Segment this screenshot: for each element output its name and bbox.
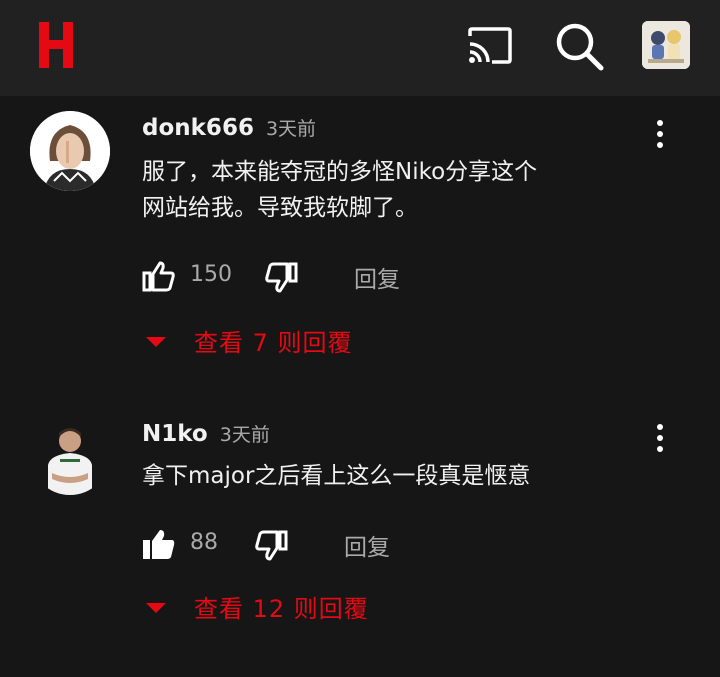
comment-meta: N1ko 3天前 <box>142 420 270 447</box>
more-options-icon[interactable] <box>650 118 670 150</box>
view-replies-label: 查看 12 则回覆 <box>194 595 369 623</box>
like-icon[interactable] <box>142 260 176 292</box>
commenter-avatar[interactable] <box>30 111 110 191</box>
comment-actions: 150 回复 <box>142 256 542 296</box>
comment-meta: donk666 3天前 <box>142 114 316 141</box>
comment-item: N1ko 3天前 拿下major之后看上这么一段真是惬意 88 回复 查看 12… <box>0 400 720 640</box>
comment-actions: 88 回复 <box>142 524 542 564</box>
like-count: 150 <box>190 262 232 287</box>
comment-text: 拿下major之后看上这么一段真是惬意 <box>142 463 531 489</box>
comment-time: 3天前 <box>265 118 317 140</box>
more-options-icon[interactable] <box>650 422 670 454</box>
view-replies-button[interactable]: 查看 12 则回覆 <box>144 586 544 626</box>
dislike-icon[interactable] <box>254 530 288 562</box>
app-root: donk666 3天前 服了，本来能夺冠的多怪Niko分享这个 网站给我。导致我… <box>0 0 720 677</box>
reply-button[interactable]: 回复 <box>354 260 400 294</box>
comment-time: 3天前 <box>219 424 270 446</box>
view-replies-label: 查看 7 则回覆 <box>194 329 353 357</box>
like-count: 88 <box>190 530 218 555</box>
comment-author[interactable]: donk666 <box>142 115 254 141</box>
comment-item: donk666 3天前 服了，本来能夺冠的多怪Niko分享这个 网站给我。导致我… <box>0 96 720 378</box>
commenter-avatar[interactable] <box>30 415 110 495</box>
top-app-bar <box>0 0 720 96</box>
comment-author[interactable]: N1ko <box>142 421 208 447</box>
dislike-icon[interactable] <box>264 262 298 294</box>
chevron-down-icon <box>144 600 168 614</box>
like-icon-filled[interactable] <box>142 528 176 560</box>
comment-text: 服了，本来能夺冠的多怪Niko分享这个 网站给我。导致我软脚了。 <box>142 159 538 221</box>
h-logo-icon[interactable] <box>36 20 76 70</box>
profile-avatar[interactable] <box>642 21 690 69</box>
chevron-down-icon <box>144 334 168 348</box>
view-replies-button[interactable]: 查看 7 则回覆 <box>144 320 544 360</box>
reply-button[interactable]: 回复 <box>344 528 390 562</box>
cast-icon[interactable] <box>466 26 514 66</box>
search-icon[interactable] <box>553 20 605 72</box>
